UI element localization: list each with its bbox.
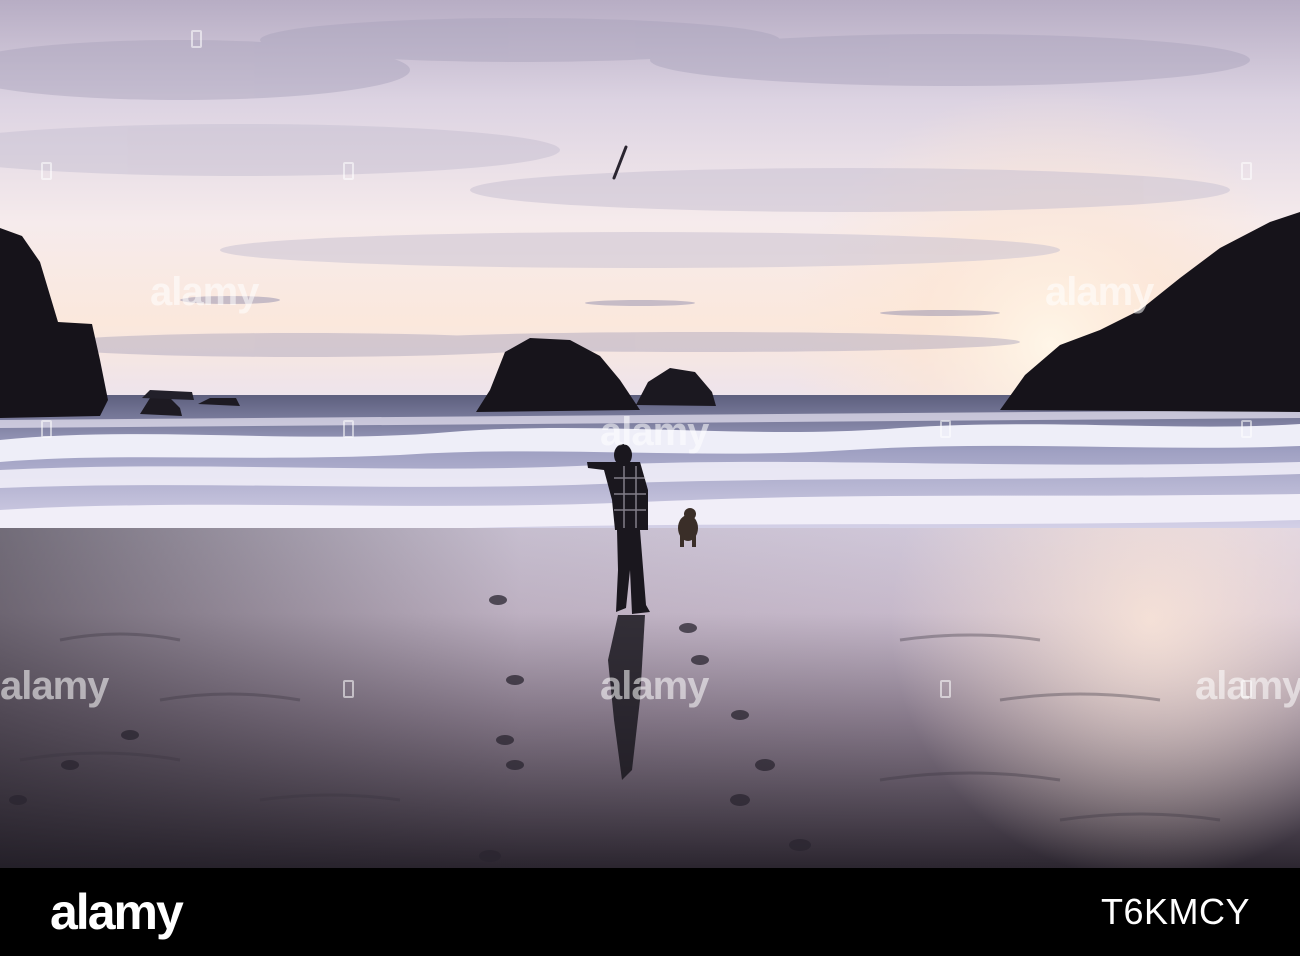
watermark-mark	[343, 680, 354, 698]
beach-sunset-scene	[0, 0, 1300, 868]
watermark-mark	[41, 420, 52, 438]
watermark-mark	[343, 162, 354, 180]
watermark-mark	[1241, 420, 1252, 438]
watermark-mark	[343, 420, 354, 438]
watermark-mark	[191, 30, 202, 48]
brand-logo[interactable]: alamy	[50, 884, 184, 940]
watermark-mark	[1241, 680, 1252, 698]
image-id: T6KMCY	[1100, 891, 1250, 932]
footer-bar: alamy T6KMCY	[0, 868, 1300, 956]
stock-photo: alamy alamy alamy alamy alamy alamy	[0, 0, 1300, 868]
watermark-mark	[41, 162, 52, 180]
watermark-mark	[940, 420, 951, 438]
watermark-mark	[1241, 162, 1252, 180]
watermark-mark	[940, 680, 951, 698]
